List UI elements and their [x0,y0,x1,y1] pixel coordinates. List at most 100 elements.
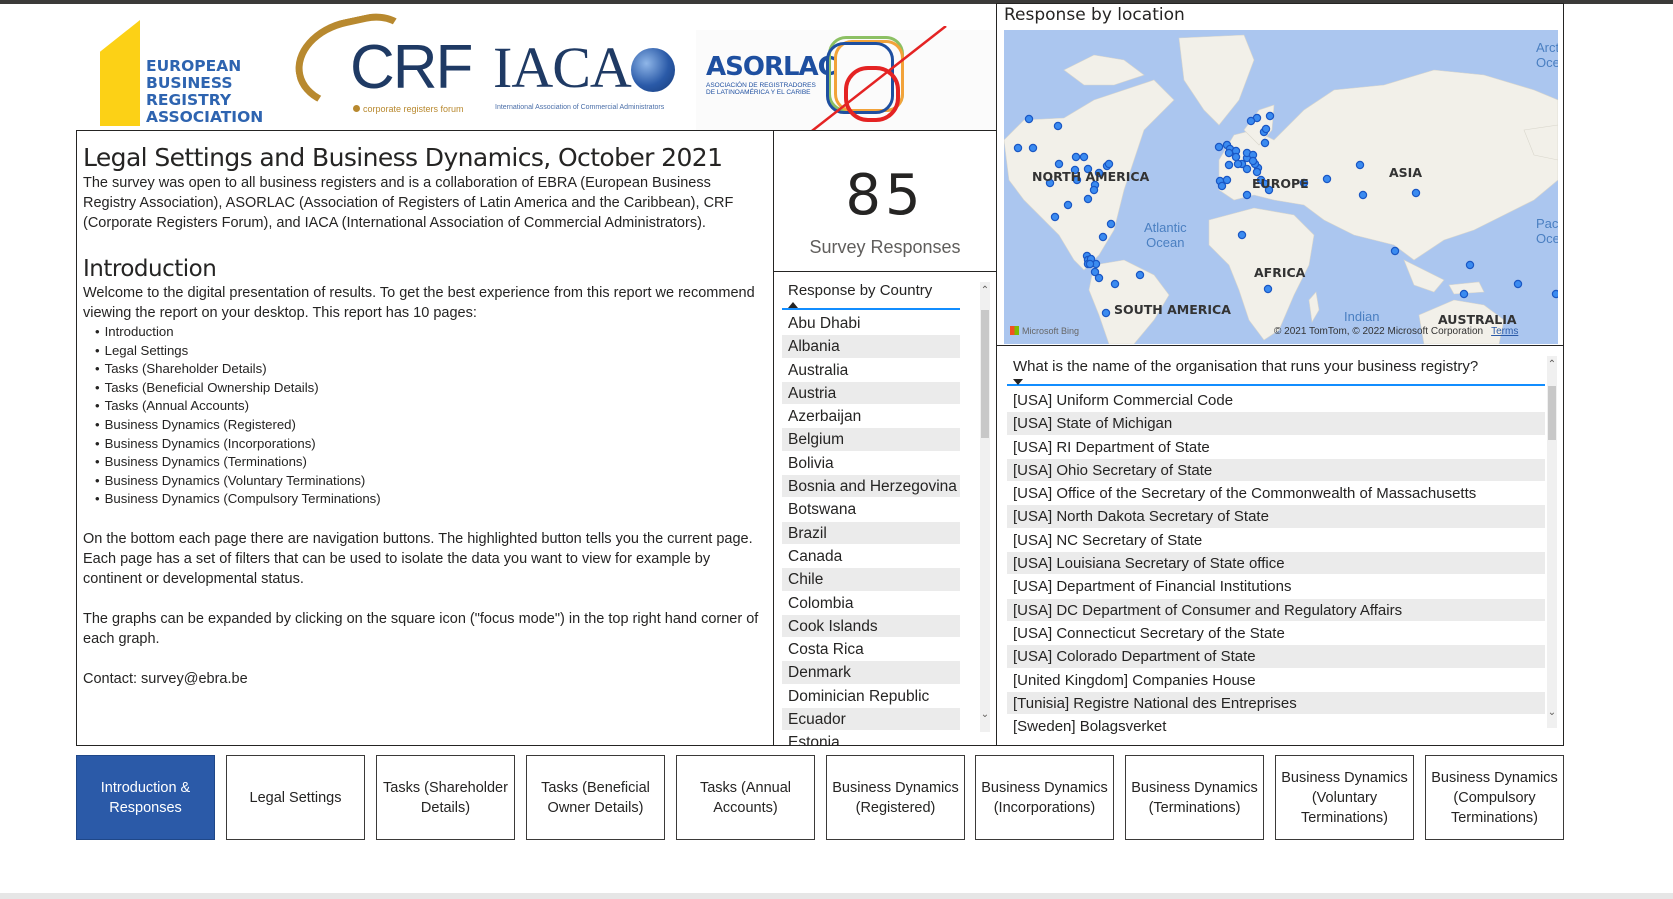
map-point[interactable] [1513,279,1523,289]
country-row[interactable]: Bolivia [782,452,960,476]
map-point[interactable] [1028,143,1038,153]
map-canvas[interactable]: NORTH AMERICA EUROPE ASIA AFRICA SOUTH A… [1004,30,1558,344]
map-point[interactable] [1248,156,1258,166]
map-point[interactable] [1222,175,1232,185]
map-point[interactable] [1079,152,1089,162]
map-point[interactable] [1098,232,1108,242]
sort-descending-icon[interactable] [1013,379,1023,385]
map-point[interactable] [1083,194,1093,204]
organisation-row[interactable]: [USA] Department of Financial Institutio… [1007,575,1545,599]
map-point[interactable] [1024,114,1034,124]
map-point[interactable] [1261,124,1271,134]
country-row[interactable]: Ecuador [782,708,960,732]
map-point[interactable] [1053,121,1063,131]
scrollbar-thumb[interactable] [1548,386,1556,440]
map-point[interactable] [1214,142,1224,152]
country-row[interactable]: Brazil [782,521,960,545]
organisation-row[interactable]: [Sweden] Bolagsverket [1007,715,1545,739]
organisation-row[interactable]: [United Kingdom] Companies House [1007,669,1545,692]
organisation-row[interactable]: [USA] DC Department of Consumer and Regu… [1007,598,1545,622]
map-point[interactable] [1110,279,1120,289]
map-point[interactable] [1231,152,1241,162]
country-row[interactable]: Estonia [782,731,960,745]
map-point[interactable] [1465,260,1475,270]
scroll-up-icon[interactable]: ⌃ [980,286,990,296]
map-point[interactable] [1224,148,1234,158]
map-point[interactable] [1242,190,1252,200]
country-row[interactable]: Dominician Republic [782,685,960,709]
map-point[interactable] [1260,138,1270,148]
organisation-row[interactable]: [USA] State of Michigan [1007,412,1545,436]
country-row[interactable]: Denmark [782,661,960,685]
organisation-row[interactable]: [USA] Uniform Commercial Code [1007,389,1545,413]
organisation-row[interactable]: [USA] North Dakota Secretary of State [1007,505,1545,529]
nav-button-introduction-responses[interactable]: Introduction & Responses [76,755,215,840]
nav-button-tasks-annual-accounts[interactable]: Tasks (Annual Accounts) [676,755,815,840]
scrollbar-thumb[interactable] [981,310,989,438]
column-header-organisation[interactable]: What is the name of the organisation tha… [1007,358,1545,386]
map-point[interactable] [1459,289,1469,299]
country-row[interactable]: Austria [782,381,960,406]
nav-button-business-dynamics-registered[interactable]: Business Dynamics (Registered) [826,755,965,840]
nav-button-legal-settings[interactable]: Legal Settings [226,755,365,840]
map-point[interactable] [1106,219,1116,229]
map-point[interactable] [1013,143,1023,153]
map-point[interactable] [1252,167,1262,177]
country-row[interactable]: Albania [782,335,960,359]
column-header-country[interactable]: Response by Country [782,282,960,310]
organisation-row[interactable]: [USA] Connecticut Secretary of the State [1007,622,1545,646]
map-point[interactable] [1322,174,1332,184]
nav-button-business-dynamics-voluntary-terminations[interactable]: Business Dynamics (Voluntary Termination… [1275,755,1414,840]
organisation-row[interactable]: [Tunisia] Registre National des Entrepri… [1007,691,1545,716]
map-point[interactable] [1355,160,1365,170]
sort-ascending-icon[interactable] [788,302,798,308]
organisation-row[interactable]: [USA] Colorado Department of State [1007,645,1545,669]
map-point[interactable] [1135,270,1145,280]
country-row[interactable]: Abu Dhabi [782,312,960,336]
map-point[interactable] [1242,164,1252,174]
map-point[interactable] [1551,289,1558,299]
nav-button-business-dynamics-terminations[interactable]: Business Dynamics (Terminations) [1125,755,1264,840]
organisation-row[interactable]: [USA] Office of the Secretary of the Com… [1007,482,1545,506]
map-point[interactable] [1265,111,1275,121]
organisation-row[interactable]: [USA] Louisiana Secretary of State offic… [1007,552,1545,576]
map-point[interactable] [1217,181,1227,191]
map-point[interactable] [1358,190,1368,200]
map-point[interactable] [1411,188,1421,198]
country-row[interactable]: Belgium [782,428,960,452]
map-point[interactable] [1094,273,1104,283]
country-row[interactable]: Azerbaijan [782,405,960,429]
country-row[interactable]: Canada [782,545,960,569]
map-point[interactable] [1246,116,1256,126]
nav-button-tasks-beneficial-owner-details[interactable]: Tasks (Beneficial Owner Details) [526,755,665,840]
country-row[interactable]: Chile [782,568,960,592]
country-row[interactable]: Cook Islands [782,614,960,639]
organisation-row[interactable]: [USA] RI Department of State [1007,436,1545,459]
country-row[interactable]: Colombia [782,592,960,615]
map-point[interactable] [1233,159,1243,169]
country-row[interactable]: Botswana [782,498,960,522]
country-row[interactable]: Bosnia and Herzegovina [782,475,960,499]
scroll-down-icon[interactable]: ⌄ [980,710,990,720]
country-table-scrollbar[interactable]: ⌃ ⌄ [980,282,990,732]
nav-button-business-dynamics-compulsory-terminations[interactable]: Business Dynamics (Compulsory Terminatio… [1425,755,1564,840]
map-point[interactable] [1089,185,1099,195]
map-terms-link[interactable]: Terms [1491,326,1518,337]
organisation-row[interactable]: [USA] NC Secretary of State [1007,529,1545,553]
organisation-row[interactable]: [USA] Ohio Secretary of State [1007,458,1545,483]
map-point[interactable] [1071,152,1081,162]
map-point[interactable] [1237,230,1247,240]
country-row[interactable]: Costa Rica [782,638,960,662]
scroll-down-icon[interactable]: ⌄ [1547,708,1557,718]
scroll-up-icon[interactable]: ⌃ [1547,360,1557,370]
map-point[interactable] [1101,308,1111,318]
nav-button-business-dynamics-incorporations[interactable]: Business Dynamics (Incorporations) [975,755,1114,840]
map-point[interactable] [1104,159,1114,169]
map-point[interactable] [1085,259,1095,269]
nav-button-tasks-shareholder-details[interactable]: Tasks (Shareholder Details) [376,755,515,840]
map-point[interactable] [1263,284,1273,294]
country-row[interactable]: Australia [782,359,960,382]
map-point[interactable] [1054,159,1064,169]
org-table-scrollbar[interactable]: ⌃ ⌄ [1547,356,1557,728]
map-point[interactable] [1224,160,1234,170]
